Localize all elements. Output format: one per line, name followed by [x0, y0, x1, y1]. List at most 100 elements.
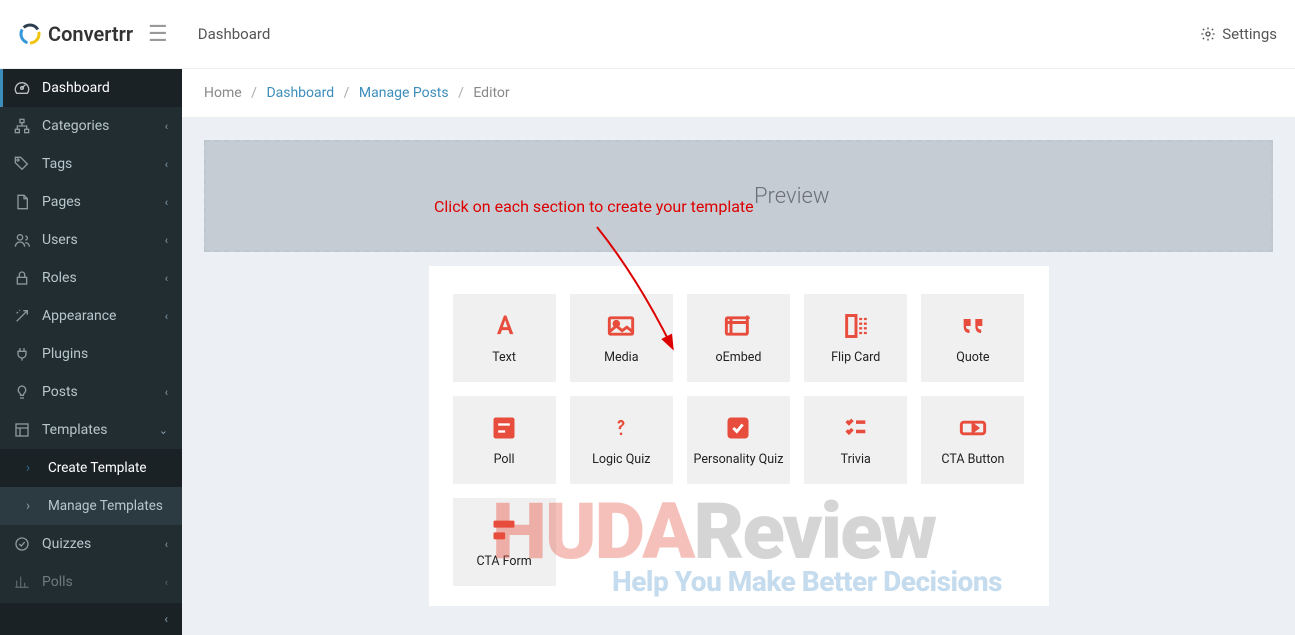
palette-item-label: Trivia	[841, 452, 871, 467]
chevron-down-icon: ⌄	[159, 424, 168, 437]
sidebar-item-appearance[interactable]: Appearance ‹	[0, 297, 182, 335]
text-icon	[490, 312, 518, 340]
palette-item-label: oEmbed	[716, 350, 762, 365]
palette-item-label: CTA Button	[941, 452, 1004, 467]
breadcrumb-editor: Editor	[473, 85, 509, 101]
preview-dropzone[interactable]: Preview	[204, 140, 1273, 252]
flipcard-icon	[842, 312, 870, 340]
tachometer-icon	[14, 80, 30, 96]
sidebar-item-label: Tags	[42, 156, 153, 172]
chevron-left-icon: ‹	[165, 386, 168, 399]
sidebar-item-label: Polls	[42, 574, 153, 590]
chevron-right-icon: ›	[20, 460, 36, 476]
wand-icon	[14, 308, 30, 324]
sitemap-icon	[14, 118, 30, 134]
sidebar-item-create-template[interactable]: › Create Template	[0, 449, 182, 487]
sidebar-item-plugins[interactable]: Plugins	[0, 335, 182, 373]
template-icon	[14, 422, 30, 438]
chevron-left-icon: ‹	[165, 120, 168, 133]
page-title: Dashboard	[198, 25, 271, 43]
settings-label: Settings	[1222, 25, 1277, 43]
gear-icon	[1200, 26, 1216, 42]
palette-item-ctaform[interactable]: CTA Form	[453, 498, 556, 586]
hamburger-icon[interactable]: ☰	[148, 22, 168, 47]
sidebar-item-label: Templates	[42, 422, 147, 438]
palette-item-poll[interactable]: Poll	[453, 396, 556, 484]
sidebar-item-label: Appearance	[42, 308, 153, 324]
ctaform-icon	[490, 516, 518, 544]
palette-item-logicquiz[interactable]: Logic Quiz	[570, 396, 673, 484]
chevron-left-icon: ‹	[165, 310, 168, 323]
sidebar-item-label: Posts	[42, 384, 153, 400]
settings-link[interactable]: Settings	[1200, 25, 1277, 43]
chevron-left-icon: ‹	[164, 612, 168, 626]
sidebar-item-tags[interactable]: Tags ‹	[0, 145, 182, 183]
chevron-left-icon: ‹	[165, 272, 168, 285]
page-icon	[14, 194, 30, 210]
sidebar-item-roles[interactable]: Roles ‹	[0, 259, 182, 297]
sidebar-item-label: Dashboard	[42, 80, 168, 96]
sidebar-collapse-toggle[interactable]: ‹	[0, 603, 182, 635]
sidebar-item-pages[interactable]: Pages ‹	[0, 183, 182, 221]
palette-item-label: Text	[492, 350, 516, 365]
palette-item-text[interactable]: Text	[453, 294, 556, 382]
palette-item-ctabutton[interactable]: CTA Button	[921, 396, 1024, 484]
sidebar-item-label: Create Template	[48, 460, 168, 476]
breadcrumb-manage-posts[interactable]: Manage Posts	[359, 85, 449, 101]
sidebar-item-label: Roles	[42, 270, 153, 286]
palette-item-media[interactable]: Media	[570, 294, 673, 382]
breadcrumb-dashboard[interactable]: Dashboard	[266, 85, 334, 101]
media-icon	[607, 312, 635, 340]
sidebar-item-quizzes[interactable]: Quizzes ‹	[0, 525, 182, 563]
main-content: Home / Dashboard / Manage Posts / Editor…	[182, 69, 1295, 635]
palette-item-label: Personality Quiz	[694, 452, 784, 467]
palette-item-flipcard[interactable]: Flip Card	[804, 294, 907, 382]
sidebar-item-users[interactable]: Users ‹	[0, 221, 182, 259]
sidebar-item-categories[interactable]: Categories ‹	[0, 107, 182, 145]
sidebar-item-label: Users	[42, 232, 153, 248]
palette-item-personalityquiz[interactable]: Personality Quiz	[687, 396, 790, 484]
palette-item-label: Poll	[494, 452, 515, 467]
palette-item-label: Media	[604, 350, 638, 365]
lock-icon	[14, 270, 30, 286]
sidebar-item-label: Quizzes	[42, 536, 153, 552]
palette-item-oembed[interactable]: oEmbed	[687, 294, 790, 382]
palette-item-label: CTA Form	[476, 554, 531, 569]
chevron-left-icon: ‹	[165, 576, 168, 589]
personality-icon	[724, 414, 752, 442]
sidebar-item-templates[interactable]: Templates ⌄	[0, 411, 182, 449]
block-palette: Text Media oEmbed Flip Card	[429, 266, 1049, 606]
breadcrumb-sep: /	[458, 85, 464, 101]
check-icon	[14, 536, 30, 552]
sidebar-item-polls[interactable]: Polls ‹	[0, 563, 182, 601]
topbar: Convertrr ☰ Dashboard Settings	[0, 0, 1295, 69]
chevron-left-icon: ‹	[165, 196, 168, 209]
sidebar-item-posts[interactable]: Posts ‹	[0, 373, 182, 411]
logic-icon	[607, 414, 635, 442]
sidebar-item-label: Pages	[42, 194, 153, 210]
breadcrumb-sep: /	[344, 85, 350, 101]
sidebar-item-dashboard[interactable]: Dashboard	[0, 69, 182, 107]
sidebar-item-label: Manage Templates	[48, 498, 168, 514]
bulb-icon	[14, 384, 30, 400]
preview-label: Preview	[754, 184, 830, 209]
palette-item-label: Quote	[956, 350, 989, 365]
sidebar-item-manage-templates[interactable]: › Manage Templates	[0, 487, 182, 525]
plug-icon	[14, 346, 30, 362]
chevron-left-icon: ‹	[165, 538, 168, 551]
palette-item-label: Flip Card	[831, 350, 880, 365]
logo-icon	[18, 22, 42, 46]
brand-logo[interactable]: Convertrr	[18, 22, 148, 46]
chevron-right-icon: ›	[20, 498, 36, 514]
sidebar: Dashboard Categories ‹ Tags ‹ Pages ‹	[0, 69, 182, 635]
trivia-icon	[842, 414, 870, 442]
brand-name: Convertrr	[48, 22, 133, 46]
palette-item-quote[interactable]: Quote	[921, 294, 1024, 382]
palette-item-trivia[interactable]: Trivia	[804, 396, 907, 484]
chart-icon	[14, 574, 30, 590]
ctabutton-icon	[959, 414, 987, 442]
quote-icon	[959, 312, 987, 340]
sidebar-item-label: Categories	[42, 118, 153, 134]
poll-icon	[490, 414, 518, 442]
breadcrumb-sep: /	[251, 85, 257, 101]
